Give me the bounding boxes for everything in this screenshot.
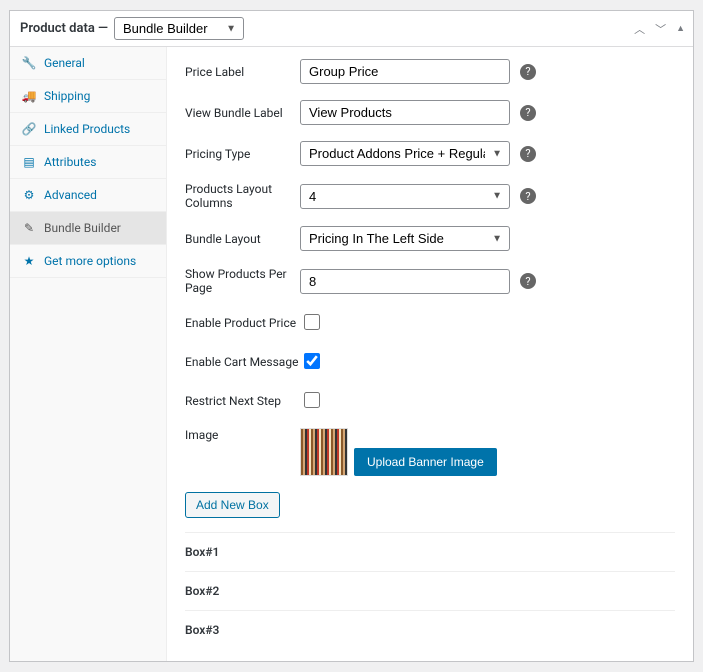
gear-icon: ⚙ xyxy=(22,188,36,202)
wrench-icon: 🔧 xyxy=(22,56,36,70)
pricing-type-select[interactable]: Product Addons Price + Regular Price xyxy=(300,141,510,166)
help-icon[interactable]: ? xyxy=(520,273,536,289)
layout-columns-label: Products Layout Columns xyxy=(185,182,300,210)
panel-header: Product data — Bundle Builder ▼ ︿ ﹀ ▲ xyxy=(10,11,693,47)
per-page-label: Show Products Per Page xyxy=(185,267,300,295)
sidebar-item-linked-products[interactable]: 🔗 Linked Products xyxy=(10,113,166,146)
restrict-next-step-checkbox[interactable] xyxy=(304,392,320,408)
enable-product-price-label: Enable Product Price xyxy=(185,316,300,330)
price-label-input[interactable] xyxy=(300,59,510,84)
enable-cart-message-checkbox[interactable] xyxy=(304,353,320,369)
sidebar-item-label: Attributes xyxy=(44,155,96,169)
sidebar-item-get-more[interactable]: ★ Get more options xyxy=(10,245,166,278)
header-controls: ︿ ﹀ ▲ xyxy=(634,21,685,37)
pricing-type-label: Pricing Type xyxy=(185,147,300,161)
banner-image-preview[interactable] xyxy=(300,428,348,476)
sidebar-item-label: Shipping xyxy=(44,89,90,103)
product-type-select[interactable]: Bundle Builder xyxy=(114,17,244,40)
enable-cart-message-label: Enable Cart Message xyxy=(185,355,300,369)
help-icon[interactable]: ? xyxy=(520,105,536,121)
sidebar: 🔧 General 🚚 Shipping 🔗 Linked Products ▤… xyxy=(10,47,167,661)
product-type-wrap: Bundle Builder ▼ xyxy=(108,17,244,40)
sidebar-item-bundle-builder[interactable]: ✎ Bundle Builder xyxy=(10,212,166,245)
tags-icon: ▤ xyxy=(22,155,36,169)
sidebar-item-advanced[interactable]: ⚙ Advanced xyxy=(10,179,166,212)
enable-product-price-checkbox[interactable] xyxy=(304,314,320,330)
sidebar-item-label: General xyxy=(44,56,85,70)
box-row[interactable]: Box#3 xyxy=(185,610,675,649)
expand-down-icon[interactable]: ﹀ xyxy=(655,21,666,37)
settings-content: Price Label ? View Bundle Label ? Pricin… xyxy=(167,47,693,661)
help-icon[interactable]: ? xyxy=(520,188,536,204)
sidebar-item-general[interactable]: 🔧 General xyxy=(10,47,166,80)
sidebar-item-shipping[interactable]: 🚚 Shipping xyxy=(10,80,166,113)
panel-body: 🔧 General 🚚 Shipping 🔗 Linked Products ▤… xyxy=(10,47,693,661)
truck-icon: 🚚 xyxy=(22,89,36,103)
product-data-panel: Product data — Bundle Builder ▼ ︿ ﹀ ▲ 🔧 … xyxy=(9,10,694,662)
image-label: Image xyxy=(185,428,300,442)
help-icon[interactable]: ? xyxy=(520,146,536,162)
sidebar-item-label: Linked Products xyxy=(44,122,130,136)
add-new-box-button[interactable]: Add New Box xyxy=(185,492,280,518)
sidebar-item-label: Bundle Builder xyxy=(44,221,121,235)
help-icon[interactable]: ? xyxy=(520,64,536,80)
layout-columns-select[interactable]: 4 xyxy=(300,184,510,209)
box-row[interactable]: Box#2 xyxy=(185,571,675,610)
toggle-triangle-icon[interactable]: ▲ xyxy=(676,23,685,34)
sidebar-item-label: Get more options xyxy=(44,254,136,268)
view-bundle-label-label: View Bundle Label xyxy=(185,106,300,120)
sidebar-item-attributes[interactable]: ▤ Attributes xyxy=(10,146,166,179)
per-page-input[interactable] xyxy=(300,269,510,294)
box-row[interactable]: Box#1 xyxy=(185,532,675,571)
link-icon: 🔗 xyxy=(22,122,36,136)
view-bundle-label-input[interactable] xyxy=(300,100,510,125)
bundle-layout-label: Bundle Layout xyxy=(185,232,300,246)
price-label-label: Price Label xyxy=(185,65,300,79)
pencil-icon: ✎ xyxy=(22,221,36,235)
star-icon: ★ xyxy=(22,254,36,268)
bundle-layout-select[interactable]: Pricing In The Left Side xyxy=(300,226,510,251)
restrict-next-step-label: Restrict Next Step xyxy=(185,394,300,408)
upload-banner-image-button[interactable]: Upload Banner Image xyxy=(354,448,497,476)
panel-title: Product data — xyxy=(20,21,108,36)
collapse-up-icon[interactable]: ︿ xyxy=(634,21,645,37)
sidebar-item-label: Advanced xyxy=(44,188,97,202)
